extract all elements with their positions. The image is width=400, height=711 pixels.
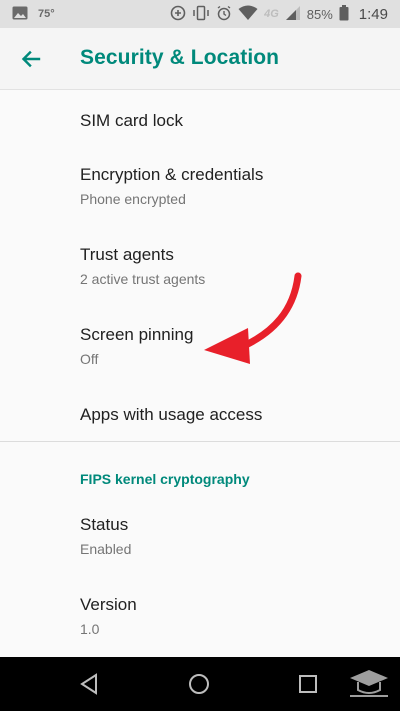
clock-text: 1:49: [358, 5, 388, 23]
item-title: Version: [80, 595, 137, 614]
image-icon: [12, 6, 28, 23]
app-bar: Security & Location: [0, 28, 400, 90]
network-type-text: 4G: [264, 8, 279, 20]
home-circle-icon: [189, 674, 209, 694]
temperature-text: 75°: [38, 8, 55, 20]
battery-percent-text: 85%: [306, 6, 333, 22]
nav-home-button[interactable]: [184, 669, 214, 699]
alarm-icon: [216, 5, 232, 24]
page-title: Security & Location: [80, 46, 280, 69]
annotation-arrow-icon: [204, 272, 302, 364]
navigation-bar: [0, 657, 400, 711]
item-title: Status: [80, 515, 129, 534]
fips-version-item[interactable]: Version 1.0: [0, 578, 400, 658]
item-title: Apps with usage access: [80, 405, 263, 424]
item-title: Trust agents: [80, 245, 174, 264]
item-title: Screen pinning: [80, 325, 194, 344]
watermark-logo: [346, 666, 392, 705]
encryption-credentials-item[interactable]: Encryption & credentials Phone encrypted: [0, 152, 400, 232]
wifi-icon: [238, 5, 258, 24]
fips-section-header: FIPS kernel cryptography: [80, 471, 250, 487]
item-title: Encryption & credentials: [80, 165, 264, 184]
item-summary: Off: [80, 351, 99, 367]
back-button[interactable]: [12, 40, 50, 78]
recents-square-icon: [299, 675, 317, 693]
item-summary: Enabled: [80, 541, 132, 557]
status-bar-right: 4G 85% 1:49: [170, 0, 388, 28]
fips-status-item[interactable]: Status Enabled: [0, 498, 400, 578]
nav-back-button[interactable]: [74, 669, 104, 699]
vibrate-icon: [192, 5, 210, 24]
battery-icon: [339, 4, 349, 24]
signal-icon: [285, 5, 301, 24]
status-bar: 75° 4G 85% 1:49: [0, 0, 400, 28]
back-triangle-icon: [80, 673, 97, 695]
sim-card-lock-item[interactable]: SIM card lock: [0, 90, 400, 152]
apps-usage-access-item[interactable]: Apps with usage access: [0, 392, 400, 440]
status-bar-left: 75°: [12, 0, 55, 28]
section-divider: [0, 441, 400, 442]
item-summary: 1.0: [80, 621, 100, 637]
arrow-back-icon: [21, 50, 41, 68]
item-title: SIM card lock: [80, 111, 183, 130]
settings-screen: 75° 4G 85% 1:49 Security & Location SIM …: [0, 0, 400, 711]
item-summary: Phone encrypted: [80, 191, 186, 207]
data-saver-icon: [170, 5, 186, 24]
item-summary: 2 active trust agents: [80, 271, 206, 287]
nav-recents-button[interactable]: [293, 669, 323, 699]
